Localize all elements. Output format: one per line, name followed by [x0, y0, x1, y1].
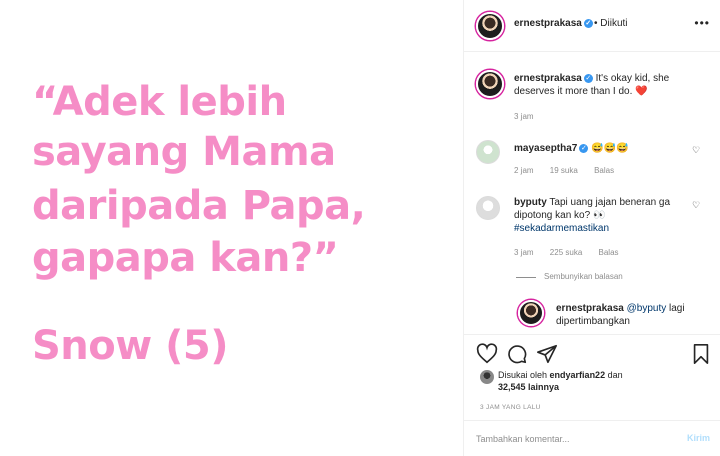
comment-meta: 2 jam 19 suka Balas — [514, 166, 628, 175]
save-bookmark-icon[interactable] — [690, 343, 712, 365]
like-comment-heart-icon[interactable]: ♡ — [692, 200, 700, 211]
avatar[interactable] — [476, 12, 504, 40]
caption-username[interactable]: ernestprakasa — [514, 73, 582, 84]
comment-input[interactable] — [476, 431, 666, 447]
post-sidebar: ernestprakasa ✓ • Diikuti ••• ernestpraka… — [463, 0, 720, 456]
like-comment-heart-icon[interactable]: ♡ — [692, 145, 700, 156]
heart-emoji: ❤️ — [635, 86, 648, 97]
caption-time: 3 jam — [514, 112, 548, 121]
comment-meta: 3 jam 225 suka Balas — [514, 248, 633, 257]
hide-replies-line — [516, 277, 536, 278]
verified-icon: ✓ — [583, 18, 593, 28]
quote-line: sayang Mama — [32, 129, 336, 175]
comment-bubble-icon[interactable] — [506, 343, 528, 365]
comment: mayaseptha7 ✓ 😅😅😅 — [514, 142, 704, 155]
comment-likes[interactable]: 19 suka — [550, 166, 578, 175]
comment: byputy Tapi uang jajan beneran ga dipoto… — [514, 196, 684, 235]
caption-avatar[interactable] — [476, 70, 504, 98]
caption-time-text[interactable]: 3 jam — [514, 112, 534, 121]
liked-by-prefix: Disukai oleh — [498, 370, 548, 380]
more-options-icon[interactable]: ••• — [694, 16, 710, 30]
post-comment-button[interactable]: Kirim — [687, 433, 710, 443]
liked-by-connector: dan — [607, 370, 623, 380]
verified-icon: ✓ — [579, 143, 589, 153]
hashtag-link[interactable]: #sekadarmemastikan — [514, 223, 609, 234]
post-image[interactable]: “Adek lebih sayang Mama daripada Papa, g… — [0, 0, 463, 456]
verified-icon: ✓ — [583, 73, 593, 83]
liked-by: Disukai oleh endyarfian22 dan 32,545 lai… — [498, 369, 623, 393]
post-header: ernestprakasa ✓ • Diikuti ••• — [464, 0, 720, 52]
quote-line: daripada Papa, — [32, 183, 366, 229]
reply-username[interactable]: ernestprakasa — [556, 303, 624, 314]
likes-count[interactable]: 32,545 lainnya — [498, 382, 559, 392]
header-username[interactable]: ernestprakasa — [514, 18, 582, 29]
post-time[interactable]: 3 JAM YANG LALU — [480, 404, 541, 411]
comment-avatar[interactable] — [476, 140, 500, 164]
reply: ernestprakasa @byputy lagi dipertimbangk… — [556, 302, 706, 328]
comment-likes[interactable]: 225 suka — [550, 248, 582, 257]
reply-button[interactable]: Balas — [594, 166, 614, 175]
comment-username[interactable]: byputy — [514, 197, 547, 208]
quote-line: “Adek lebih — [32, 79, 287, 125]
quote-line: gapapa kan?” — [32, 235, 339, 281]
reply-avatar[interactable] — [518, 300, 544, 326]
mention-link[interactable]: @byputy — [627, 303, 667, 314]
comment-time[interactable]: 3 jam — [514, 248, 534, 257]
comment-box: Kirim — [464, 420, 720, 456]
comment-avatar[interactable] — [476, 196, 500, 220]
liker-avatar[interactable] — [480, 370, 494, 384]
like-heart-icon[interactable] — [476, 343, 498, 365]
share-send-icon[interactable] — [536, 343, 558, 365]
hide-replies-button[interactable]: Sembunyikan balasan — [544, 272, 623, 281]
liker-username[interactable]: endyarfian22 — [550, 370, 606, 380]
caption: ernestprakasa ✓ It's okay kid, she deserv… — [514, 72, 704, 98]
reply-button[interactable]: Balas — [599, 248, 619, 257]
quote-author: Snow (5) — [32, 323, 229, 369]
separator-dot: • — [594, 18, 598, 29]
comment-username[interactable]: mayaseptha7 — [514, 143, 577, 154]
comment-time[interactable]: 2 jam — [514, 166, 534, 175]
follow-status[interactable]: Diikuti — [600, 18, 627, 29]
comment-text: 😅😅😅 — [591, 143, 629, 154]
